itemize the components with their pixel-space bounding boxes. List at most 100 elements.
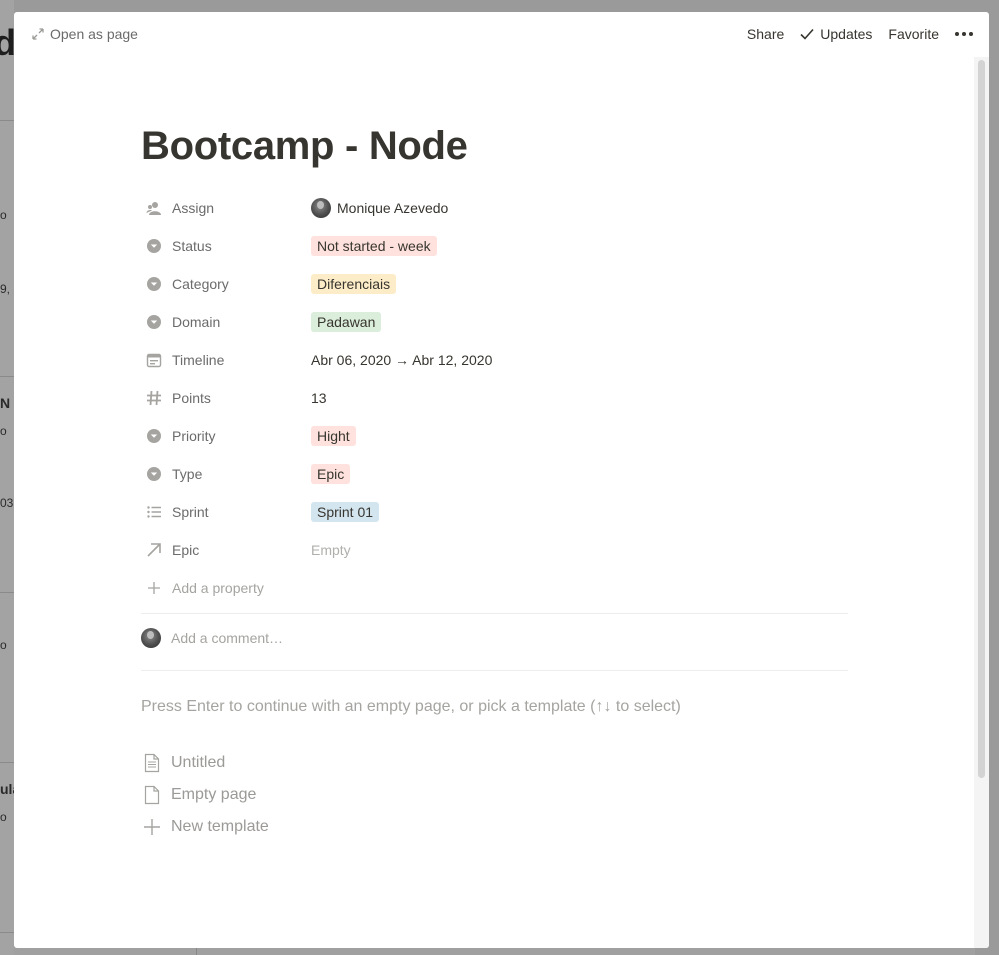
property-label: Timeline bbox=[172, 352, 225, 368]
page-peek-modal: Open as page Share Updates Favorite Boot… bbox=[14, 12, 989, 948]
property-row-sprint[interactable]: Sprint Sprint 01 bbox=[141, 493, 848, 531]
property-value-type[interactable]: Epic bbox=[311, 464, 351, 484]
property-row-category[interactable]: Category Diferenciais bbox=[141, 265, 848, 303]
updates-label: Updates bbox=[820, 26, 873, 42]
property-label: Category bbox=[172, 276, 229, 292]
check-icon bbox=[800, 28, 814, 40]
template-empty-page[interactable]: Empty page bbox=[141, 779, 269, 811]
property-value-category[interactable]: Diferenciais bbox=[311, 274, 397, 294]
property-row-epic[interactable]: Epic Empty bbox=[141, 531, 848, 569]
expand-arrows-icon bbox=[32, 28, 44, 40]
favorite-button[interactable]: Favorite bbox=[888, 26, 939, 42]
property-value-points[interactable]: 13 bbox=[311, 390, 327, 406]
property-row-status[interactable]: Status Not started - week bbox=[141, 227, 848, 265]
background-text-fragment: N bbox=[0, 395, 11, 411]
list-icon bbox=[146, 504, 162, 520]
property-label: Status bbox=[172, 238, 212, 254]
property-name[interactable]: Assign bbox=[141, 200, 311, 216]
background-text-fragment: 03, bbox=[0, 496, 14, 510]
property-name[interactable]: Epic bbox=[141, 542, 311, 558]
background-divider bbox=[0, 120, 14, 121]
background-text-fragment: ula bbox=[0, 781, 14, 797]
epic-empty-value: Empty bbox=[311, 542, 351, 558]
avatar bbox=[141, 628, 161, 648]
plus-icon bbox=[146, 580, 162, 596]
template-new[interactable]: New template bbox=[141, 811, 269, 843]
assignee-name: Monique Azevedo bbox=[337, 200, 449, 216]
scrollbar-thumb[interactable] bbox=[978, 60, 985, 778]
type-tag: Epic bbox=[311, 464, 351, 484]
background-heading-fragment: d bbox=[0, 22, 14, 63]
top-actions: Share Updates Favorite bbox=[731, 25, 973, 43]
share-label: Share bbox=[746, 26, 785, 42]
property-row-points[interactable]: Points 13 bbox=[141, 379, 848, 417]
property-row-domain[interactable]: Domain Padawan bbox=[141, 303, 848, 341]
property-value-status[interactable]: Not started - week bbox=[311, 236, 437, 256]
select-icon bbox=[146, 276, 162, 292]
property-label: Domain bbox=[172, 314, 221, 330]
status-tag: Not started - week bbox=[311, 236, 437, 256]
more-options-icon[interactable] bbox=[955, 25, 973, 43]
comment-input[interactable]: Add a comment… bbox=[141, 628, 283, 648]
template-label: Untitled bbox=[171, 754, 226, 771]
background-divider bbox=[196, 948, 197, 955]
template-label: Empty page bbox=[171, 786, 257, 803]
property-value-timeline[interactable]: Abr 06, 2020 → Abr 12, 2020 bbox=[311, 352, 492, 368]
property-row-assign[interactable]: Assign Monique Azevedo bbox=[141, 189, 848, 227]
template-list: Untitled Empty page New template bbox=[141, 747, 269, 843]
timeline-value: Abr 06, 2020 → Abr 12, 2020 bbox=[311, 352, 493, 368]
page-icon bbox=[142, 785, 162, 805]
hash-icon bbox=[146, 390, 162, 406]
relation-arrow-icon bbox=[146, 542, 162, 558]
property-value-domain[interactable]: Padawan bbox=[311, 312, 382, 332]
property-name[interactable]: Priority bbox=[141, 428, 311, 444]
person-icon bbox=[146, 200, 162, 216]
property-value-priority[interactable]: Hight bbox=[311, 426, 356, 446]
property-row-type[interactable]: Type Epic bbox=[141, 455, 848, 493]
property-row-priority[interactable]: Priority Hight bbox=[141, 417, 848, 455]
open-as-page-button[interactable]: Open as page bbox=[32, 26, 138, 42]
background-divider bbox=[0, 762, 14, 763]
select-icon bbox=[146, 238, 162, 254]
property-name[interactable]: Points bbox=[141, 390, 311, 406]
property-name[interactable]: Type bbox=[141, 466, 311, 482]
divider bbox=[141, 670, 848, 671]
plus-icon bbox=[142, 817, 162, 837]
empty-page-hint: Press Enter to continue with an empty pa… bbox=[141, 698, 681, 715]
property-label: Sprint bbox=[172, 504, 209, 520]
favorite-label: Favorite bbox=[888, 26, 939, 42]
add-property-button[interactable]: Add a property bbox=[141, 569, 848, 607]
property-label: Points bbox=[172, 390, 211, 406]
background-divider bbox=[0, 932, 14, 933]
property-label: Assign bbox=[172, 200, 215, 216]
background-strip: d o 9, N o 03, o ula o bbox=[0, 0, 14, 955]
page-lines-icon bbox=[142, 753, 162, 773]
background-divider bbox=[0, 592, 14, 593]
sprint-tag: Sprint 01 bbox=[311, 502, 380, 522]
background-text-fragment: o bbox=[0, 638, 7, 652]
background-text-fragment: 9, bbox=[0, 282, 11, 296]
property-label: Epic bbox=[172, 542, 200, 558]
property-value-assign[interactable]: Monique Azevedo bbox=[311, 198, 448, 218]
property-name[interactable]: Timeline bbox=[141, 352, 311, 368]
domain-tag: Padawan bbox=[311, 312, 382, 332]
property-row-timeline[interactable]: Timeline Abr 06, 2020 → Abr 12, 2020 bbox=[141, 341, 848, 379]
calendar-icon bbox=[146, 352, 162, 368]
page-title[interactable]: Bootcamp - Node bbox=[141, 124, 468, 169]
open-as-page-label: Open as page bbox=[50, 26, 138, 42]
background-text-fragment: o bbox=[0, 208, 7, 222]
select-icon bbox=[146, 428, 162, 444]
background-text-fragment: o bbox=[0, 810, 7, 824]
share-button[interactable]: Share bbox=[747, 26, 784, 42]
updates-button[interactable]: Updates bbox=[800, 26, 872, 42]
property-name[interactable]: Domain bbox=[141, 314, 311, 330]
divider bbox=[141, 613, 848, 614]
property-label: Type bbox=[172, 466, 203, 482]
add-property-label: Add a property bbox=[172, 580, 264, 596]
property-name[interactable]: Sprint bbox=[141, 504, 311, 520]
property-name[interactable]: Status bbox=[141, 238, 311, 254]
property-value-sprint[interactable]: Sprint 01 bbox=[311, 502, 380, 522]
property-value-epic[interactable]: Empty bbox=[311, 542, 351, 558]
template-untitled[interactable]: Untitled bbox=[141, 747, 269, 779]
property-name[interactable]: Category bbox=[141, 276, 311, 292]
